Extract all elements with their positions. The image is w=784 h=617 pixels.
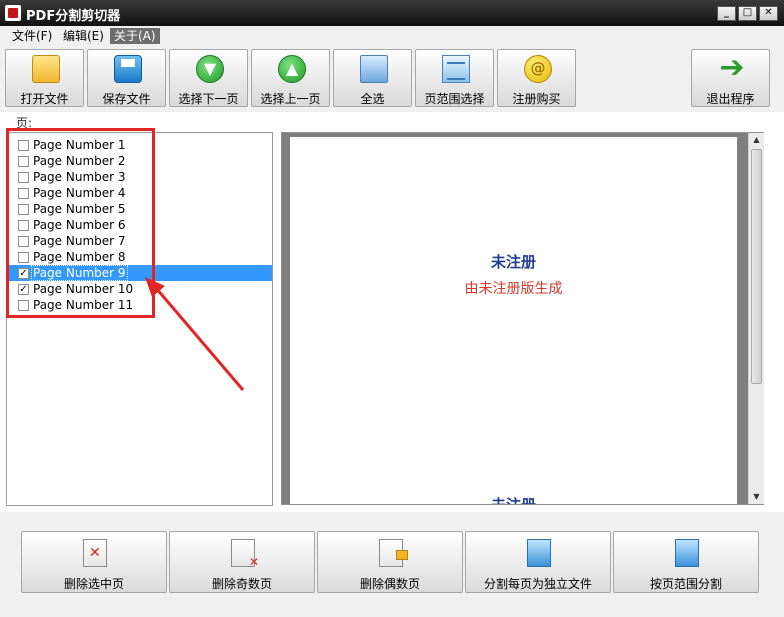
- pages-icon: [360, 55, 388, 83]
- list-item[interactable]: Page Number 11: [7, 297, 272, 313]
- range-select-label: 页范围选择: [424, 92, 485, 106]
- page-item-label: Page Number 1: [33, 138, 126, 152]
- page-checkbox-checked[interactable]: ✓: [18, 268, 29, 279]
- maximize-button[interactable]: □: [738, 6, 757, 21]
- scroll-up-arrow-icon[interactable]: ▲: [749, 133, 764, 147]
- page-list[interactable]: Page Number 1 Page Number 2 Page Number …: [6, 132, 273, 506]
- register-buy-button[interactable]: 注册购买: [497, 49, 576, 107]
- delete-odd-pages-icon: [231, 539, 259, 569]
- page-item-label: Page Number 9: [31, 265, 128, 281]
- select-next-page-button[interactable]: ▼ 选择下一页: [169, 49, 248, 107]
- page-checkbox[interactable]: [18, 172, 29, 183]
- split-each-page-button[interactable]: 分割每页为独立文件: [465, 531, 611, 593]
- list-item[interactable]: Page Number 2: [7, 153, 272, 169]
- delete-odd-label: 删除奇数页: [211, 577, 272, 591]
- green-up-arrow-icon: ▲: [278, 55, 306, 83]
- watermark-subtitle: 由未注册版生成: [464, 281, 563, 297]
- delete-selected-pages-button[interactable]: 删除选中页: [21, 531, 167, 593]
- scrollbar-thumb[interactable]: [751, 149, 762, 384]
- select-prev-page-button[interactable]: ▲ 选择上一页: [251, 49, 330, 107]
- close-button[interactable]: ✕: [759, 6, 778, 21]
- list-item[interactable]: Page Number 1: [7, 137, 272, 153]
- select-all-button[interactable]: 全选: [333, 49, 412, 107]
- preview-page: 未注册 由未注册版生成 未注册: [290, 137, 737, 504]
- exit-button[interactable]: ➔ 退出程序: [691, 49, 770, 107]
- list-item[interactable]: Page Number 5: [7, 201, 272, 217]
- delete-odd-pages-button[interactable]: 删除奇数页: [169, 531, 315, 593]
- save-file-button[interactable]: 保存文件: [87, 49, 166, 107]
- watermark-title-partial: 未注册: [290, 494, 737, 504]
- menu-file[interactable]: 文件(F): [8, 28, 56, 44]
- title-bar: PDF分割剪切器 _ □ ✕: [0, 0, 784, 26]
- save-file-label: 保存文件: [102, 92, 151, 106]
- delete-even-label: 删除偶数页: [359, 577, 420, 591]
- delete-page-icon: [83, 539, 107, 567]
- page-checkbox[interactable]: [18, 156, 29, 167]
- exit-arrow-icon: ➔: [719, 50, 745, 85]
- page-checkbox[interactable]: [18, 140, 29, 151]
- watermark-title: 未注册: [490, 253, 536, 271]
- page-checkbox[interactable]: [18, 236, 29, 247]
- list-item-selected[interactable]: ✓ Page Number 9: [7, 265, 272, 281]
- page-checkbox[interactable]: [18, 188, 29, 199]
- list-item[interactable]: Page Number 4: [7, 185, 272, 201]
- spreadsheet-icon: [442, 55, 470, 83]
- list-item[interactable]: Page Number 8: [7, 249, 272, 265]
- menu-bar: 文件(F) 编辑(E) 关于(A): [0, 26, 784, 46]
- split-range-icon: [675, 539, 699, 567]
- page-item-label: Page Number 11: [33, 298, 134, 312]
- open-file-button[interactable]: 打开文件: [5, 49, 84, 107]
- page-item-label: Page Number 2: [33, 154, 126, 168]
- page-checkbox-checked[interactable]: ✓: [18, 284, 29, 295]
- split-range-label: 按页范围分割: [649, 577, 722, 591]
- open-file-label: 打开文件: [20, 92, 69, 106]
- page-list-label: 页:: [16, 116, 33, 130]
- page-item-label: Page Number 8: [33, 250, 126, 264]
- split-by-range-button[interactable]: 按页范围分割: [613, 531, 759, 593]
- page-item-label: Page Number 6: [33, 218, 126, 232]
- select-prev-label: 选择上一页: [260, 92, 321, 106]
- split-pages-icon: [527, 539, 551, 567]
- register-label: 注册购买: [512, 92, 561, 106]
- page-checkbox[interactable]: [18, 300, 29, 311]
- page-item-label: Page Number 3: [33, 170, 126, 184]
- delete-even-pages-icon: [379, 539, 408, 567]
- pdf-preview-pane[interactable]: 未注册 由未注册版生成 未注册 ▲ ▼: [281, 132, 764, 505]
- select-next-label: 选择下一页: [178, 92, 239, 106]
- toolbar: 打开文件 保存文件 ▼ 选择下一页 ▲ 选择上一页 全选 页范围选择 注册购买 …: [0, 46, 784, 112]
- window-title: PDF分割剪切器: [26, 9, 121, 24]
- list-item[interactable]: Page Number 3: [7, 169, 272, 185]
- menu-edit[interactable]: 编辑(E): [59, 28, 108, 44]
- list-item[interactable]: Page Number 6: [7, 217, 272, 233]
- floppy-disk-icon: [114, 55, 142, 83]
- delete-selected-label: 删除选中页: [63, 577, 124, 591]
- minimize-button[interactable]: _: [717, 6, 736, 21]
- page-checkbox[interactable]: [18, 252, 29, 263]
- page-item-label: Page Number 4: [33, 186, 126, 200]
- exit-label: 退出程序: [706, 92, 755, 106]
- app-icon: [5, 5, 21, 21]
- select-all-label: 全选: [360, 92, 385, 106]
- menu-about[interactable]: 关于(A): [110, 28, 160, 44]
- bottom-action-bar: 删除选中页 删除奇数页 删除偶数页 分割每页为独立文件 按页范围分割: [0, 512, 784, 617]
- page-item-label: Page Number 7: [33, 234, 126, 248]
- split-each-label: 分割每页为独立文件: [483, 577, 592, 591]
- list-item[interactable]: ✓ Page Number 10: [7, 281, 272, 297]
- page-checkbox[interactable]: [18, 220, 29, 231]
- green-down-arrow-icon: ▼: [196, 55, 224, 83]
- range-select-button[interactable]: 页范围选择: [415, 49, 494, 107]
- page-item-label: Page Number 5: [33, 202, 126, 216]
- coin-icon: [524, 55, 552, 83]
- folder-icon: [32, 55, 60, 83]
- page-checkbox[interactable]: [18, 204, 29, 215]
- scroll-down-arrow-icon[interactable]: ▼: [749, 490, 764, 504]
- page-item-label: Page Number 10: [33, 282, 134, 296]
- delete-even-pages-button[interactable]: 删除偶数页: [317, 531, 463, 593]
- vertical-scrollbar[interactable]: ▲ ▼: [748, 133, 764, 504]
- list-item[interactable]: Page Number 7: [7, 233, 272, 249]
